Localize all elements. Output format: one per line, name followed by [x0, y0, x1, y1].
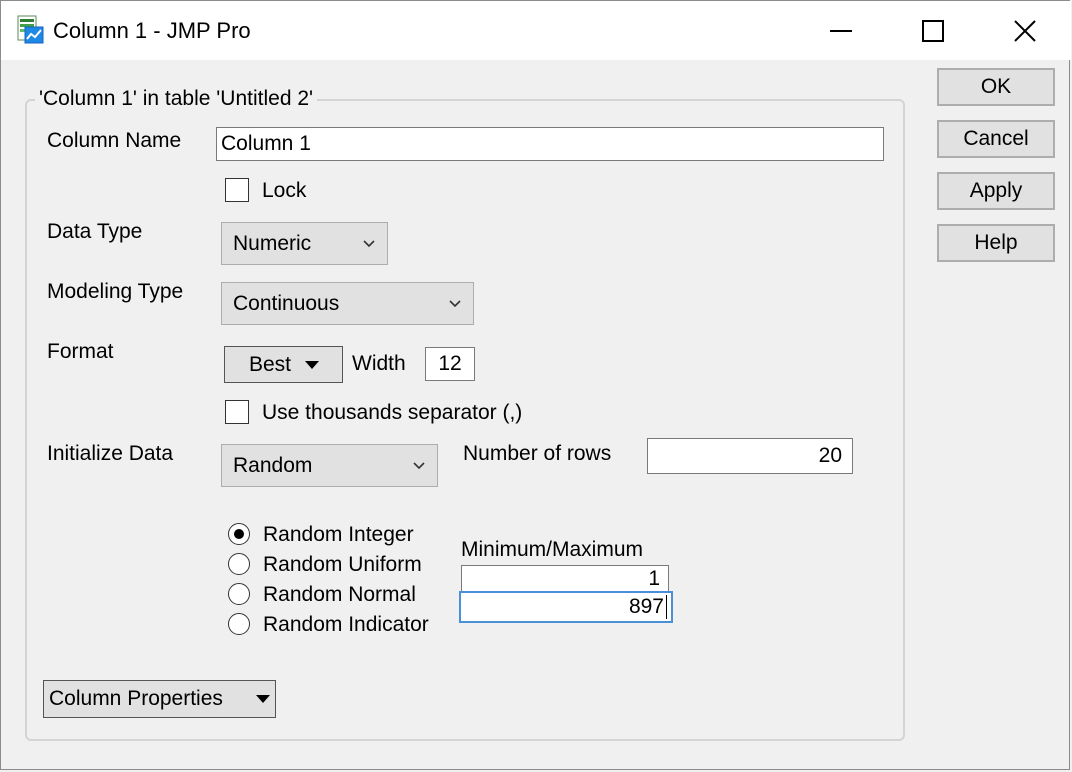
minimize-button[interactable] [795, 1, 887, 60]
min-max-label: Minimum/Maximum [461, 538, 644, 561]
maximize-button[interactable] [887, 1, 979, 60]
random-indicator-label: Random Indicator [263, 613, 429, 636]
triangle-down-icon [305, 360, 319, 369]
modeling-type-label: Modeling Type [47, 280, 184, 303]
text-caret [666, 595, 667, 620]
cancel-button[interactable]: Cancel [937, 120, 1055, 158]
column-name-label: Column Name [47, 129, 182, 152]
modeling-type-dropdown[interactable]: Continuous [221, 282, 474, 325]
width-value: 12 [438, 352, 462, 375]
chevron-down-icon [413, 461, 425, 469]
modeling-type-value: Continuous [233, 291, 340, 315]
apply-button[interactable]: Apply [937, 172, 1055, 210]
minimize-icon [830, 29, 852, 32]
random-integer-label: Random Integer [263, 523, 414, 546]
dialog-window: Column 1 - JMP Pro 'Column 1' in table '… [0, 0, 1071, 770]
width-label: Width [352, 352, 406, 375]
title-bar[interactable]: Column 1 - JMP Pro [1, 1, 1071, 60]
data-type-value: Numeric [233, 231, 312, 255]
close-icon [1014, 19, 1036, 42]
lock-label: Lock [262, 179, 307, 202]
data-type-label: Data Type [47, 220, 143, 243]
radio-random-uniform[interactable] [228, 553, 250, 575]
data-type-dropdown[interactable]: Numeric [221, 222, 388, 265]
column-name-input[interactable]: Column 1 [216, 127, 884, 161]
close-button[interactable] [979, 1, 1071, 60]
maximum-input[interactable]: 897 [459, 591, 673, 623]
ok-button[interactable]: OK [937, 68, 1055, 106]
radio-random-indicator[interactable] [228, 613, 250, 635]
initialize-data-value: Random [233, 453, 313, 477]
initialize-data-label: Initialize Data [47, 442, 174, 465]
random-uniform-label: Random Uniform [263, 553, 422, 576]
initialize-data-dropdown[interactable]: Random [221, 444, 438, 487]
thousands-separator-checkbox[interactable] [225, 400, 249, 424]
help-button[interactable]: Help [937, 224, 1055, 262]
number-of-rows-input[interactable]: 20 [647, 438, 853, 474]
radio-random-normal[interactable] [228, 583, 250, 605]
maximum-value: 897 [628, 595, 664, 618]
chevron-down-icon [449, 299, 461, 307]
width-input[interactable]: 12 [425, 347, 475, 381]
column-properties-button[interactable]: Column Properties [43, 680, 276, 718]
jmp-app-icon [15, 15, 45, 45]
format-label: Format [47, 340, 114, 363]
triangle-down-icon [256, 695, 270, 703]
thousands-separator-label: Use thousands separator (,) [262, 401, 523, 424]
window-title: Column 1 - JMP Pro [53, 18, 251, 43]
format-button-label: Best [249, 352, 292, 376]
number-of-rows-label: Number of rows [463, 442, 612, 465]
radio-random-integer[interactable] [228, 523, 250, 545]
random-normal-label: Random Normal [263, 583, 416, 606]
number-of-rows-value: 20 [818, 444, 842, 467]
group-legend: 'Column 1' in table 'Untitled 2' [35, 87, 318, 111]
lock-checkbox[interactable] [225, 178, 249, 202]
chevron-down-icon [363, 239, 375, 247]
minimum-value: 1 [648, 567, 660, 590]
minimum-input[interactable]: 1 [461, 565, 669, 593]
column-properties-label: Column Properties [49, 687, 223, 710]
format-menu-button[interactable]: Best [224, 346, 343, 383]
maximize-icon [922, 19, 944, 42]
column-name-value: Column 1 [221, 132, 311, 155]
